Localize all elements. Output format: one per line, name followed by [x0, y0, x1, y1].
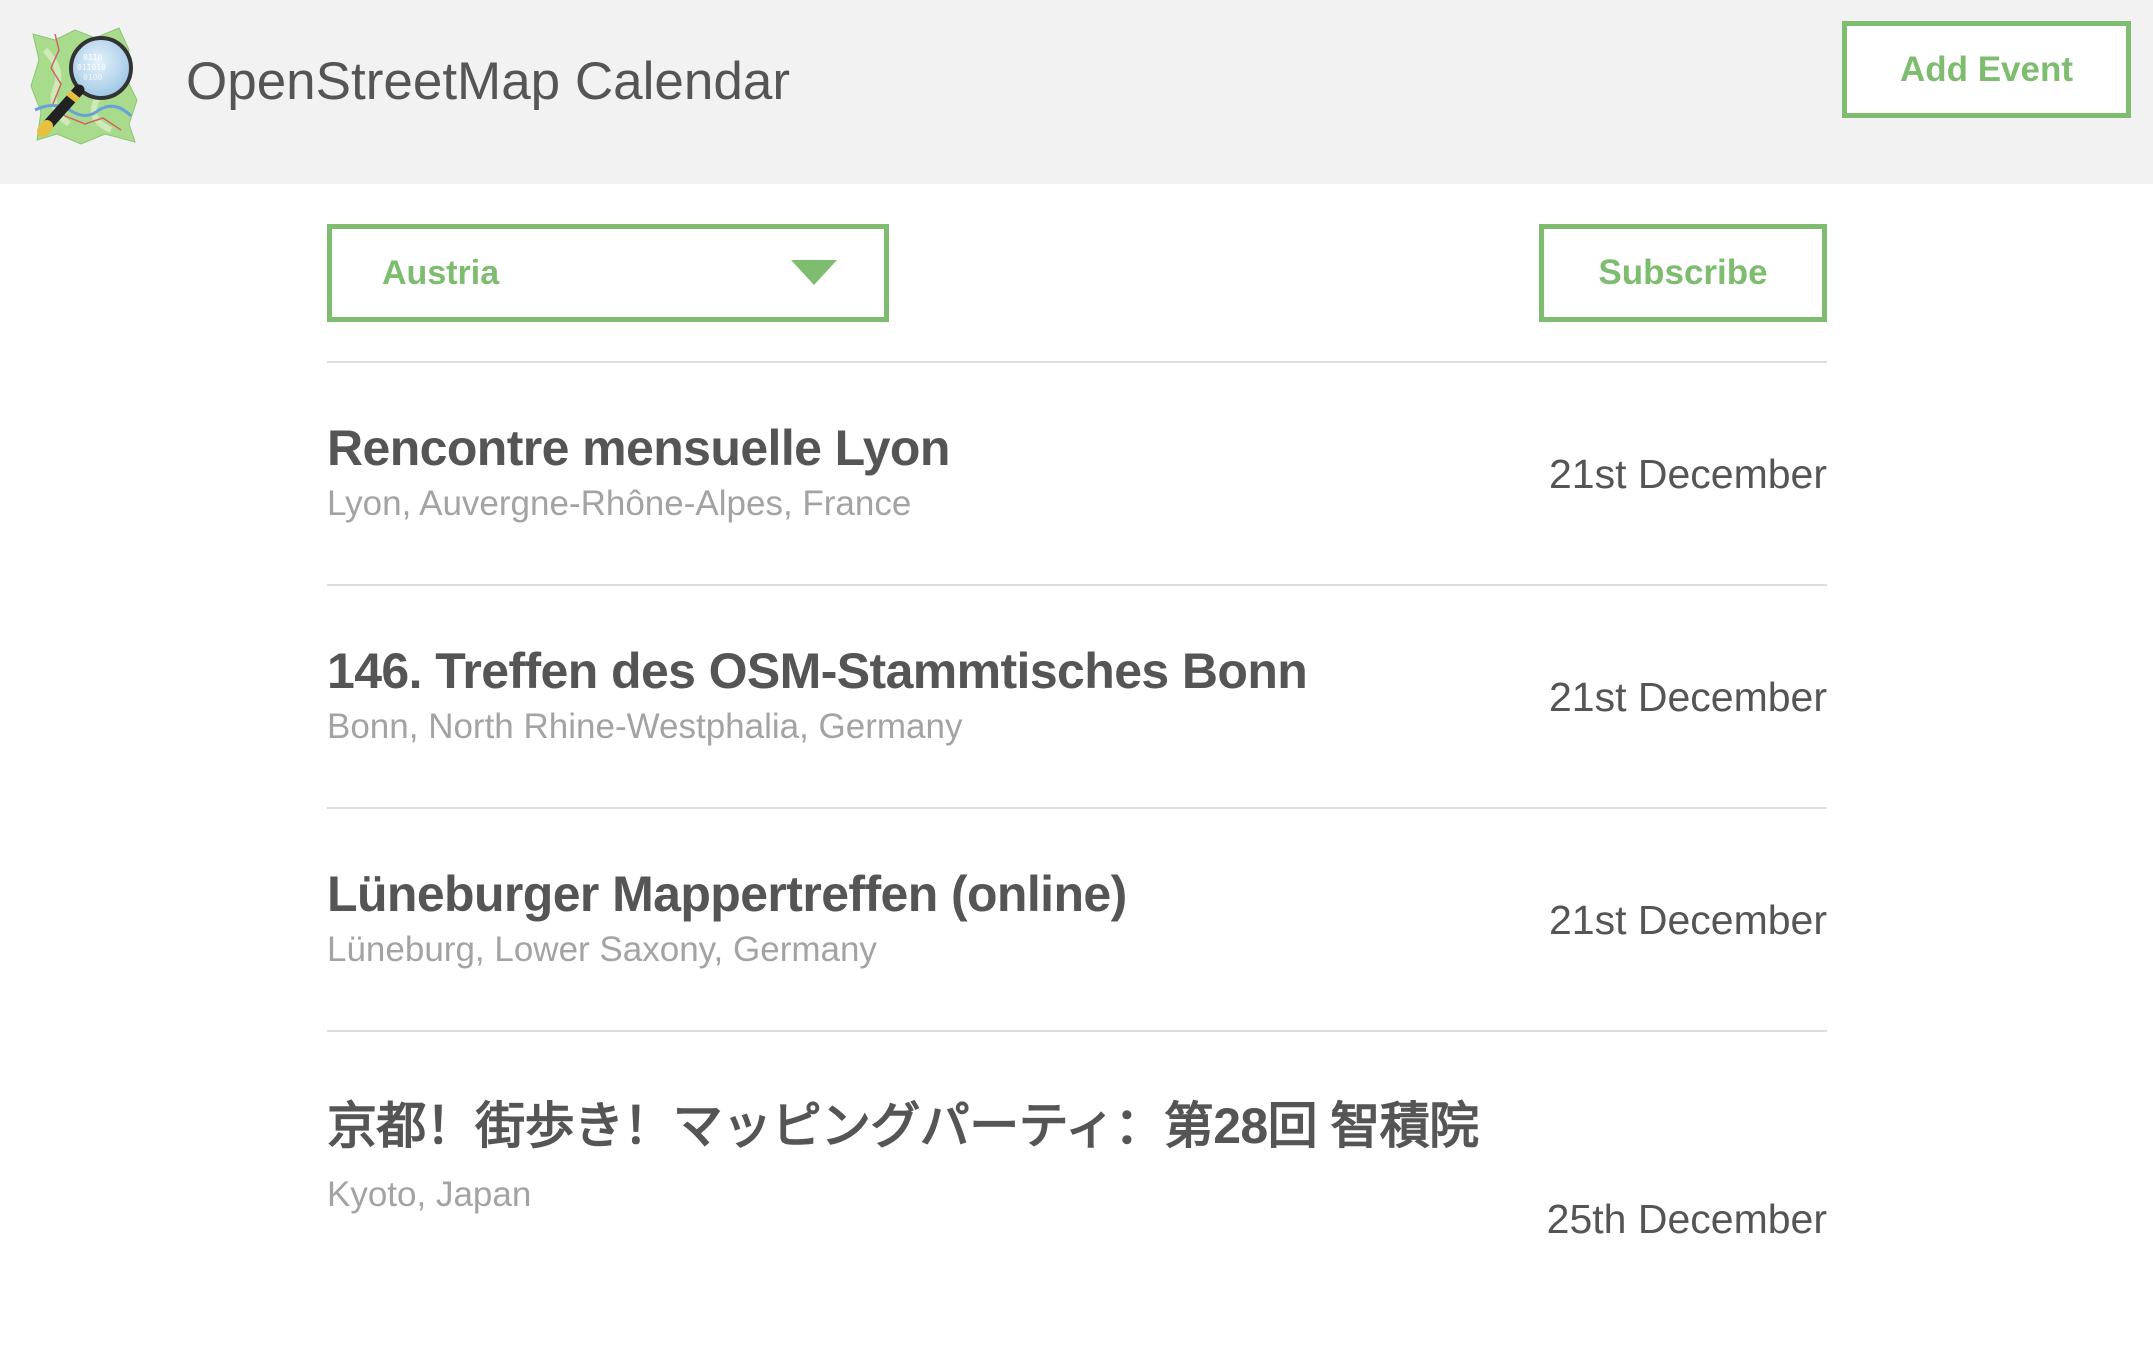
event-location: Bonn, North Rhine-Westphalia, Germany [327, 706, 963, 746]
event-info: 146. Treffen des OSM-Stammtisches Bonn B… [327, 640, 1487, 754]
site-header: 0110 011010 0100 OpenStreetMap Calendar … [0, 0, 2153, 184]
event-title[interactable]: Lüneburger Mappertreffen (online) [327, 863, 1487, 925]
svg-text:011010: 011010 [77, 63, 106, 72]
event-title[interactable]: Rencontre mensuelle Lyon [327, 417, 1487, 479]
openstreetmap-logo-icon[interactable]: 0110 011010 0100 [25, 20, 153, 148]
svg-text:0110: 0110 [83, 53, 102, 62]
event-list-item[interactable]: 146. Treffen des OSM-Stammtisches Bonn B… [327, 586, 1827, 809]
event-date: 25th December [1546, 1196, 1827, 1242]
svg-text:0100: 0100 [83, 73, 102, 82]
event-location: Kyoto, Japan [327, 1175, 532, 1214]
event-info: Rencontre mensuelle Lyon Lyon, Auvergne-… [327, 417, 1487, 531]
caret-down-icon [791, 260, 837, 285]
event-list-item[interactable]: Lüneburger Mappertreffen (online) Lünebu… [327, 809, 1827, 1032]
subscribe-button[interactable]: Subscribe [1539, 224, 1827, 322]
event-list-item[interactable]: 京都！街歩き！マッピングパーティ：第28回 智積院 Kyoto, Japan 2… [327, 1032, 1827, 1332]
event-list: Rencontre mensuelle Lyon Lyon, Auvergne-… [327, 361, 1827, 1332]
event-location: Lüneburg, Lower Saxony, Germany [327, 929, 877, 969]
event-date: 21st December [1548, 673, 1827, 720]
event-info: 京都！街歩き！マッピングパーティ：第28回 智積院 Kyoto, Japan [327, 1082, 1487, 1222]
event-date: 21st December [1548, 896, 1827, 943]
region-dropdown[interactable]: Austria [327, 224, 889, 322]
event-date: 21st December [1548, 450, 1827, 497]
event-list-item[interactable]: Rencontre mensuelle Lyon Lyon, Auvergne-… [327, 363, 1827, 586]
event-location: Lyon, Auvergne-Rhône-Alpes, France [327, 483, 912, 523]
filter-toolbar: Austria Subscribe [327, 224, 1827, 322]
event-title[interactable]: 146. Treffen des OSM-Stammtisches Bonn [327, 640, 1487, 702]
region-dropdown-value: Austria [382, 254, 500, 292]
event-info: Lüneburger Mappertreffen (online) Lünebu… [327, 863, 1487, 977]
site-title[interactable]: OpenStreetMap Calendar [186, 50, 790, 114]
main-content: Austria Subscribe Rencontre mensuelle Ly… [327, 224, 1827, 1332]
event-title[interactable]: 京都！街歩き！マッピングパーティ：第28回 智積院 [327, 1082, 1487, 1170]
add-event-button[interactable]: Add Event [1842, 21, 2131, 118]
